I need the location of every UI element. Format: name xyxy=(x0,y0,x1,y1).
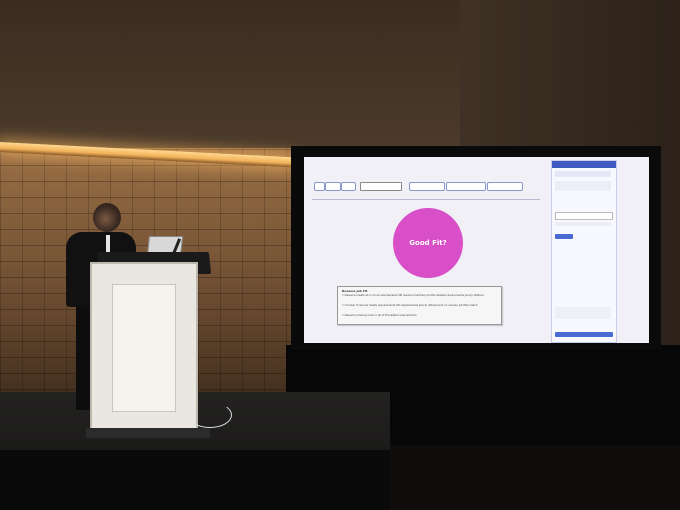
sidebar-header xyxy=(552,161,616,168)
sidebar-row-2[interactable] xyxy=(555,257,613,261)
right-sidebar xyxy=(551,160,617,343)
sidebar-submit-button[interactable] xyxy=(555,332,613,337)
sidebar-item-1[interactable] xyxy=(555,197,613,201)
sidebar-title-bar xyxy=(555,171,611,177)
toolbar-button-2[interactable] xyxy=(325,182,341,191)
presentation-scene: Good Fit? Resume Job Fit ☐ Resume meets … xyxy=(0,0,680,510)
podium-front-panel xyxy=(112,284,176,412)
sidebar-toggle-no[interactable] xyxy=(580,235,600,239)
sidebar-row-6[interactable] xyxy=(555,299,613,303)
sidebar-row-5[interactable] xyxy=(555,288,613,292)
speaker-head xyxy=(93,203,121,232)
floor-cable xyxy=(188,402,232,428)
speaker-lanyard xyxy=(106,235,110,253)
send-message-button[interactable] xyxy=(409,182,445,191)
app-toolbar xyxy=(312,171,540,199)
good-fit-label: Good Fit? xyxy=(409,239,447,247)
projected-app-screen: Good Fit? Resume Job Fit ☐ Resume meets … xyxy=(304,157,649,343)
fit-option-2[interactable]: ☐ Unclear if resume meets requirements O… xyxy=(342,304,498,307)
sidebar-input-1[interactable] xyxy=(555,212,613,220)
fit-option-3-label: Resume missing most or all of the stated… xyxy=(345,314,417,317)
fit-option-3[interactable]: ☐ Resume missing most or all of the stat… xyxy=(342,314,498,317)
fit-option-2-label: Unclear if resume meets requirements OR … xyxy=(345,304,478,307)
sidebar-question-block xyxy=(555,181,611,191)
resume-fit-box: Resume Job Fit ☐ Resume meets all or mor… xyxy=(337,286,502,325)
podium-base xyxy=(86,428,210,438)
sidebar-row-4[interactable] xyxy=(555,277,613,281)
sidebar-note-block xyxy=(555,307,611,319)
sidebar-row-1[interactable] xyxy=(555,247,613,251)
set-up-interview-button[interactable] xyxy=(446,182,486,191)
sidebar-reset-link[interactable] xyxy=(576,339,596,342)
toolbar-button-1[interactable] xyxy=(314,182,325,191)
toolbar-divider xyxy=(312,199,540,200)
fit-option-1[interactable]: ☐ Resume meets all or more requirements … xyxy=(342,294,498,297)
fit-option-1-label: Resume meets all or more requirements OR… xyxy=(345,294,484,297)
good-fit-circle: Good Fit? xyxy=(393,208,463,278)
resume-fit-title: Resume Job Fit xyxy=(342,289,368,293)
toolbar-button-3[interactable] xyxy=(341,182,356,191)
sidebar-row-3[interactable] xyxy=(555,267,613,271)
sidebar-input-2[interactable] xyxy=(555,222,611,226)
status-select[interactable] xyxy=(360,182,402,191)
sidebar-item-2[interactable] xyxy=(555,205,613,209)
stage-edge xyxy=(0,450,390,510)
podium xyxy=(90,262,198,438)
sidebar-toggle-yes[interactable] xyxy=(555,234,573,239)
more-actions-button[interactable] xyxy=(487,182,523,191)
